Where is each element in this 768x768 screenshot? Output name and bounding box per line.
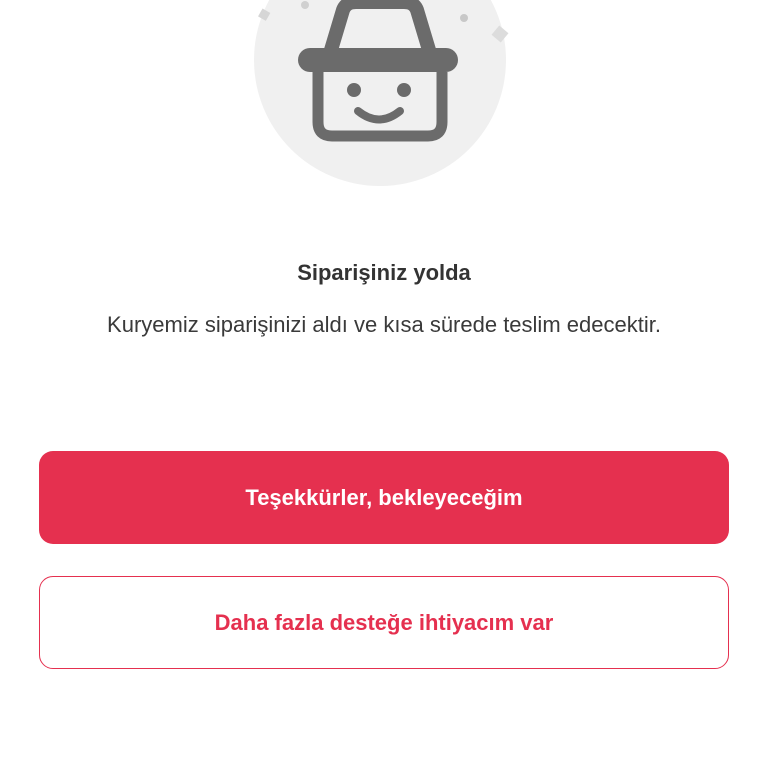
need-support-button[interactable]: Daha fazla desteğe ihtiyacım var [39, 576, 729, 669]
confirm-wait-button[interactable]: Teşekkürler, bekleyeceğim [39, 451, 729, 544]
status-title: Siparişiniz yolda [297, 260, 471, 285]
smiling-basket-icon [254, 0, 509, 186]
status-message: Kuryemiz siparişinizi aldı ve kısa süred… [107, 312, 661, 337]
order-illustration [240, 0, 520, 200]
order-status-screen: Siparişiniz yolda Kuryemiz siparişinizi … [0, 0, 768, 768]
